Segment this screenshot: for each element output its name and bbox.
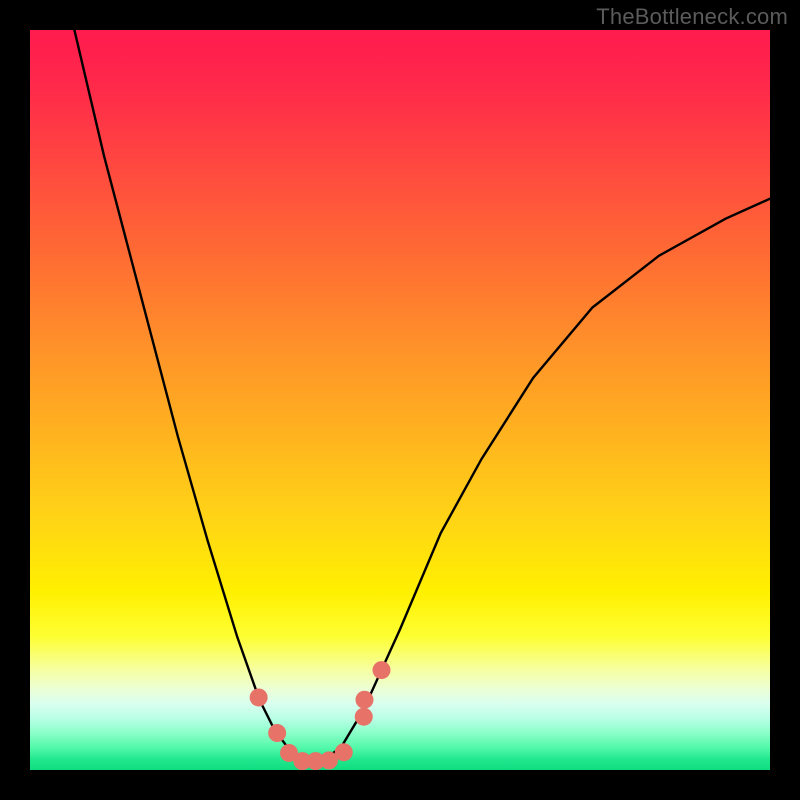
curve-marker bbox=[335, 743, 353, 761]
watermark-text: TheBottleneck.com bbox=[596, 4, 788, 30]
curve-marker bbox=[373, 661, 391, 679]
curve-marker bbox=[268, 724, 286, 742]
bottleneck-curve bbox=[74, 30, 770, 760]
curve-markers bbox=[250, 661, 391, 770]
curve-marker bbox=[355, 691, 373, 709]
curve-marker bbox=[250, 688, 268, 706]
curve-layer bbox=[30, 30, 770, 770]
chart-frame: TheBottleneck.com bbox=[0, 0, 800, 800]
plot-area bbox=[30, 30, 770, 770]
curve-marker bbox=[355, 708, 373, 726]
